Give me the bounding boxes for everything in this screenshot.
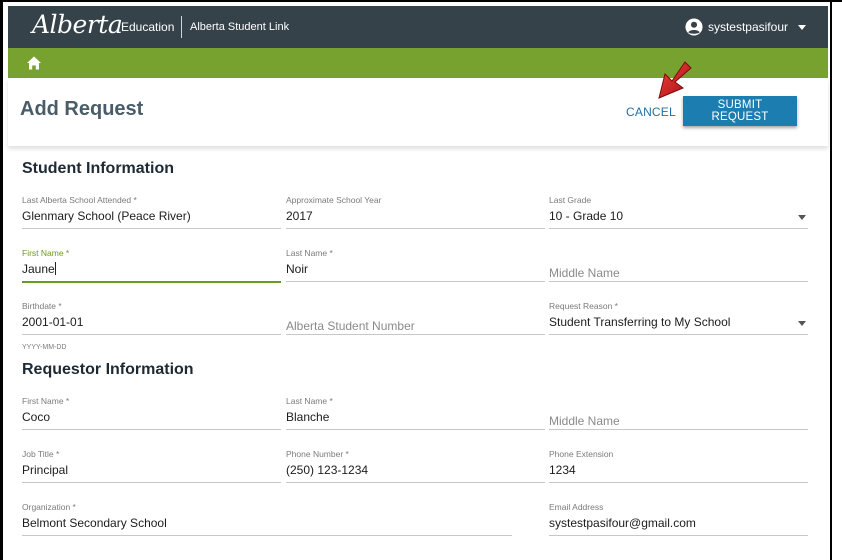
- field-underline: [549, 334, 808, 335]
- cancel-button[interactable]: CANCEL: [626, 105, 676, 119]
- field-value: 1234: [549, 463, 576, 477]
- username: systestpasifour: [707, 20, 788, 34]
- field-label: Phone Extension: [549, 449, 614, 459]
- frame-border-left: [0, 0, 3, 560]
- field-value: 2001-01-01: [22, 315, 84, 329]
- chevron-down-icon[interactable]: [798, 215, 806, 220]
- frame-border-right: [830, 0, 832, 560]
- requestor-last-name-field[interactable]: Last Name * Blanche: [286, 396, 545, 438]
- field-value: 2017: [286, 209, 313, 223]
- alberta-logo[interactable]: Alberta: [32, 10, 123, 39]
- field-underline: [22, 482, 281, 483]
- requestor-info-heading: Requestor Information: [22, 361, 194, 378]
- page-header: Add Request CANCEL SUBMIT REQUEST: [8, 78, 828, 146]
- field-underline: [549, 228, 808, 229]
- field-placeholder: Middle Name: [549, 266, 620, 280]
- field-value: Coco: [22, 410, 51, 424]
- field-label: First Name *: [22, 396, 70, 406]
- field-underline: [22, 535, 512, 536]
- field-placeholder: Middle Name: [549, 414, 620, 428]
- field-underline: [22, 334, 281, 335]
- field-value: 10 - Grade 10: [549, 209, 624, 223]
- field-label: Email Address: [549, 502, 604, 512]
- job-title-field[interactable]: Job Title * Principal: [22, 449, 281, 491]
- field-underline: [286, 334, 545, 335]
- nav-bar: [8, 48, 828, 78]
- field-underline: [22, 228, 281, 229]
- field-value: Belmont Secondary School: [22, 516, 167, 530]
- submit-request-button[interactable]: SUBMIT REQUEST: [683, 96, 797, 126]
- school-year-field[interactable]: Approximate School Year 2017: [286, 195, 545, 237]
- field-label: Last Name *: [286, 248, 333, 258]
- field-value: Jaune: [22, 262, 56, 276]
- field-label: Last Grade: [549, 195, 592, 205]
- field-value: Glenmary School (Peace River): [22, 209, 191, 223]
- field-value: systestpasifour@gmail.com: [549, 516, 696, 530]
- red-arrow-annotation: [658, 61, 692, 99]
- last-school-field[interactable]: Last Alberta School Attended * Glenmary …: [22, 195, 281, 237]
- logo-divider: [181, 16, 182, 38]
- field-value: Student Transferring to My School: [549, 315, 731, 329]
- field-underline: [286, 228, 545, 229]
- field-label: First Name *: [22, 248, 70, 258]
- field-label: Organization *: [22, 502, 76, 512]
- last-grade-select[interactable]: Last Grade 10 - Grade 10: [549, 195, 808, 237]
- field-label: Last Alberta School Attended *: [22, 195, 137, 205]
- chevron-down-icon[interactable]: [798, 321, 806, 326]
- phone-number-field[interactable]: Phone Number * (250) 123-1234: [286, 449, 545, 491]
- field-underline: [549, 281, 808, 282]
- organization-field[interactable]: Organization * Belmont Secondary School: [22, 502, 512, 544]
- student-info-heading: Student Information: [22, 160, 174, 177]
- page-title: Add Request: [20, 98, 144, 120]
- student-last-name-field[interactable]: Last Name * Noir: [286, 248, 545, 290]
- alberta-student-number-field[interactable]: Alberta Student Number: [286, 301, 545, 343]
- birthdate-field[interactable]: Birthdate * 2001-01-01: [22, 301, 281, 343]
- field-value: (250) 123-1234: [286, 463, 369, 477]
- field-placeholder: Alberta Student Number: [286, 319, 415, 333]
- field-value: Principal: [22, 463, 69, 477]
- field-label: Birthdate *: [22, 301, 62, 311]
- field-underline: [286, 429, 545, 430]
- request-reason-select[interactable]: Request Reason * Student Transferring to…: [549, 301, 808, 343]
- field-underline: [22, 281, 281, 283]
- field-underline: [549, 535, 808, 536]
- birthdate-format-hint: YYYY-MM-DD: [22, 344, 67, 351]
- top-bar: Alberta Education Alberta Student Link s…: [8, 6, 828, 48]
- field-underline: [286, 281, 545, 282]
- email-field[interactable]: Email Address systestpasifour@gmail.com: [549, 502, 808, 544]
- department-name: Education: [121, 20, 175, 34]
- field-label: Phone Number *: [286, 449, 349, 459]
- home-icon[interactable]: [26, 55, 42, 71]
- requestor-middle-name-field[interactable]: Middle Name: [549, 396, 808, 438]
- field-underline: [22, 429, 281, 430]
- field-underline: [286, 482, 545, 483]
- requestor-first-name-field[interactable]: First Name * Coco: [22, 396, 281, 438]
- field-underline: [549, 429, 808, 430]
- field-label: Request Reason *: [549, 301, 618, 311]
- field-underline: [549, 482, 808, 483]
- app-name[interactable]: Alberta Student Link: [190, 21, 289, 33]
- field-label: Last Name *: [286, 396, 333, 406]
- field-value: Blanche: [286, 410, 330, 424]
- text-cursor: [54, 262, 56, 275]
- caret-down-icon: [798, 24, 806, 30]
- field-label: Approximate School Year: [286, 195, 382, 205]
- student-first-name-field[interactable]: First Name * Jaune: [22, 248, 281, 290]
- user-circle-icon: [685, 18, 703, 36]
- user-menu[interactable]: systestpasifour: [685, 17, 806, 37]
- student-middle-name-field[interactable]: Middle Name: [549, 248, 808, 290]
- field-label: Job Title *: [22, 449, 60, 459]
- frame-border-top: [0, 0, 842, 2]
- phone-extension-field[interactable]: Phone Extension 1234: [549, 449, 808, 491]
- field-value: Noir: [286, 262, 309, 276]
